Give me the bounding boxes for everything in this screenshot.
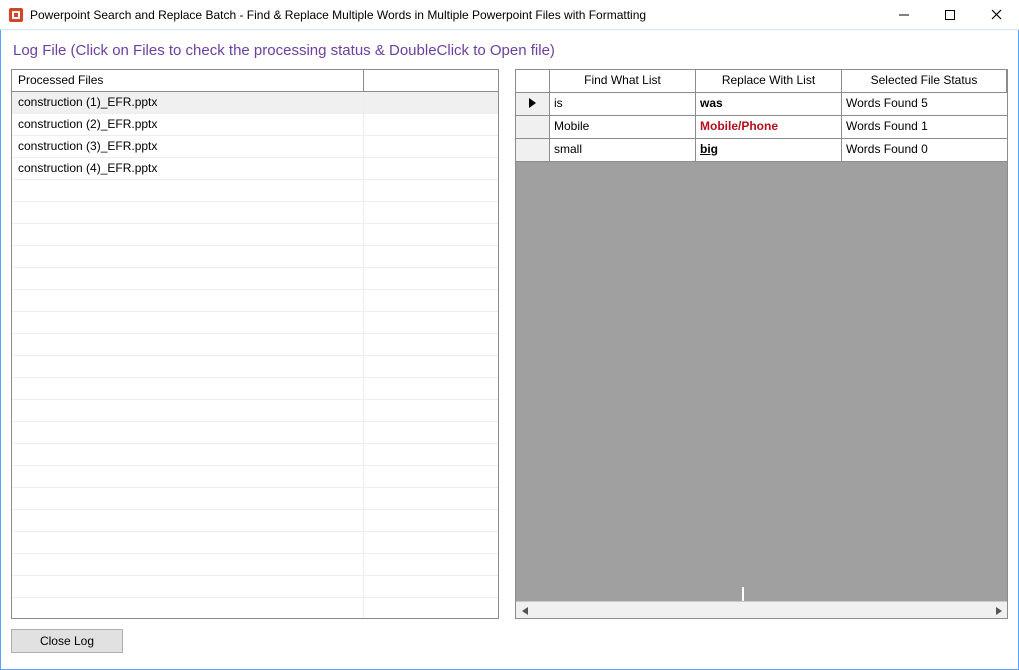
processed-files-cell: [12, 246, 364, 267]
replace-cell: big: [696, 139, 842, 161]
processed-files-row[interactable]: [12, 510, 498, 532]
processed-files-cell: [12, 554, 364, 575]
processed-files-cell: [12, 400, 364, 421]
processed-files-row[interactable]: [12, 466, 498, 488]
close-button[interactable]: [973, 0, 1019, 29]
processed-files-cell: [12, 180, 364, 201]
results-row[interactable]: MobileMobile/PhoneWords Found 1: [516, 116, 1007, 139]
processed-files-row[interactable]: [12, 400, 498, 422]
processed-files-row[interactable]: [12, 444, 498, 466]
window-title: Powerpoint Search and Replace Batch - Fi…: [30, 8, 646, 22]
status-cell: Words Found 5: [842, 93, 1007, 115]
processed-files-row[interactable]: [12, 576, 498, 598]
replace-cell: was: [696, 93, 842, 115]
maximize-button[interactable]: [927, 0, 973, 29]
row-marker: [516, 139, 550, 161]
results-grid-header: Find What List Replace With List Selecte…: [516, 70, 1007, 93]
minimize-button[interactable]: [881, 0, 927, 29]
processed-files-cell: [12, 334, 364, 355]
row-marker: [516, 93, 550, 115]
col-find-what: Find What List: [550, 70, 696, 92]
grid-divider-tick: [742, 587, 744, 601]
processed-files-row[interactable]: [12, 598, 498, 618]
processed-files-cell: [12, 378, 364, 399]
processed-files-row[interactable]: [12, 290, 498, 312]
scroll-left-button[interactable]: [516, 602, 533, 619]
processed-files-row[interactable]: [12, 180, 498, 202]
processed-files-cell: [12, 268, 364, 289]
processed-files-row[interactable]: construction (2)_EFR.pptx: [12, 114, 498, 136]
processed-files-row[interactable]: construction (3)_EFR.pptx: [12, 136, 498, 158]
results-pane: Find What List Replace With List Selecte…: [515, 69, 1008, 619]
processed-files-row[interactable]: construction (1)_EFR.pptx: [12, 92, 498, 114]
processed-files-cell: [12, 224, 364, 245]
results-row[interactable]: iswasWords Found 5: [516, 93, 1007, 116]
processed-files-cell: construction (4)_EFR.pptx: [12, 158, 364, 179]
app-icon: [8, 7, 24, 23]
horizontal-scrollbar[interactable]: [516, 601, 1007, 618]
col-replace-with: Replace With List: [696, 70, 842, 92]
processed-files-body: construction (1)_EFR.pptxconstruction (2…: [12, 92, 498, 618]
processed-files-header-spacer: [364, 70, 498, 91]
processed-files-table[interactable]: Processed Files construction (1)_EFR.ppt…: [11, 69, 499, 619]
processed-files-cell: [12, 598, 364, 618]
row-header-blank: [516, 70, 550, 92]
processed-files-cell: [12, 510, 364, 531]
processed-files-cell: [12, 444, 364, 465]
page-heading: Log File (Click on Files to check the pr…: [13, 42, 1008, 59]
processed-files-row[interactable]: [12, 312, 498, 334]
processed-files-cell: [12, 466, 364, 487]
processed-files-cell: construction (3)_EFR.pptx: [12, 136, 364, 157]
results-grid-body: iswasWords Found 5MobileMobile/PhoneWord…: [516, 93, 1007, 162]
processed-files-header: Processed Files: [12, 70, 364, 91]
processed-files-row[interactable]: [12, 356, 498, 378]
processed-files-row[interactable]: [12, 378, 498, 400]
results-grid[interactable]: Find What List Replace With List Selecte…: [515, 69, 1008, 619]
processed-files-header-row: Processed Files: [12, 70, 498, 92]
status-cell: Words Found 1: [842, 116, 1007, 138]
processed-files-row[interactable]: [12, 554, 498, 576]
processed-files-row[interactable]: [12, 532, 498, 554]
processed-files-row[interactable]: [12, 224, 498, 246]
processed-files-cell: [12, 576, 364, 597]
current-row-arrow-icon: [529, 98, 536, 108]
processed-files-row[interactable]: [12, 334, 498, 356]
scroll-right-button[interactable]: [990, 602, 1007, 619]
button-row: Close Log: [11, 629, 1008, 653]
find-cell: small: [550, 139, 696, 161]
col-file-status: Selected File Status: [842, 70, 1007, 92]
processed-files-row[interactable]: [12, 488, 498, 510]
processed-files-row[interactable]: [12, 246, 498, 268]
processed-files-cell: [12, 488, 364, 509]
results-grid-empty-area: [516, 162, 1007, 601]
close-log-button[interactable]: Close Log: [11, 629, 123, 653]
processed-files-cell: [12, 312, 364, 333]
client-area: Log File (Click on Files to check the pr…: [0, 30, 1019, 670]
processed-files-cell: [12, 532, 364, 553]
find-cell: is: [550, 93, 696, 115]
window-controls: [881, 0, 1019, 29]
processed-files-row[interactable]: [12, 268, 498, 290]
results-row[interactable]: smallbigWords Found 0: [516, 139, 1007, 162]
processed-files-cell: [12, 422, 364, 443]
processed-files-cell: [12, 290, 364, 311]
processed-files-cell: [12, 356, 364, 377]
processed-files-row[interactable]: [12, 422, 498, 444]
processed-files-cell: [12, 202, 364, 223]
status-cell: Words Found 0: [842, 139, 1007, 161]
title-bar: Powerpoint Search and Replace Batch - Fi…: [0, 0, 1019, 30]
processed-files-cell: construction (1)_EFR.pptx: [12, 92, 364, 113]
row-marker: [516, 116, 550, 138]
find-cell: Mobile: [550, 116, 696, 138]
replace-cell: Mobile/Phone: [696, 116, 842, 138]
processed-files-cell: construction (2)_EFR.pptx: [12, 114, 364, 135]
processed-files-row[interactable]: [12, 202, 498, 224]
processed-files-row[interactable]: construction (4)_EFR.pptx: [12, 158, 498, 180]
